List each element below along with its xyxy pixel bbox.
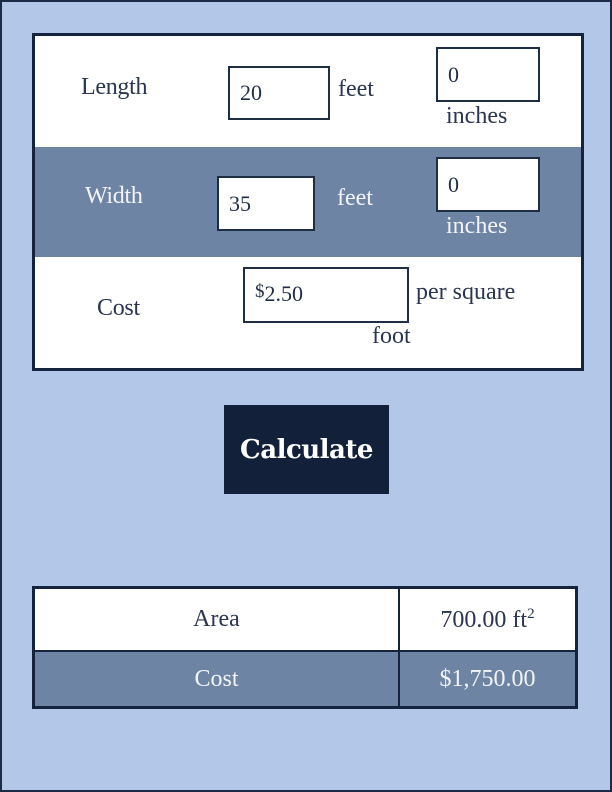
- table-row: Area 700.00 ft2: [32, 586, 578, 652]
- width-label: Width: [85, 183, 143, 209]
- area-label: Area: [32, 586, 400, 652]
- cost-row: Cost $2.50 per square foot: [35, 257, 581, 368]
- cost-result-label: Cost: [32, 650, 400, 709]
- table-row: Cost $1,750.00: [32, 650, 578, 709]
- cost-input[interactable]: $2.50: [243, 267, 409, 323]
- length-feet-input[interactable]: [228, 66, 330, 120]
- width-inches-input[interactable]: [436, 157, 540, 212]
- width-inches-unit: inches: [446, 213, 508, 239]
- cost-unit-line1: per square: [416, 279, 516, 305]
- calculate-button[interactable]: Calculate: [224, 405, 389, 494]
- length-inches-unit: inches: [446, 103, 508, 129]
- cost-result-value: $1,750.00: [398, 650, 578, 709]
- length-feet-unit: feet: [338, 76, 374, 102]
- width-row: Width feet inches: [35, 147, 581, 257]
- width-feet-input[interactable]: [217, 176, 315, 231]
- length-row: Length feet inches: [35, 36, 581, 146]
- area-value: 700.00 ft2: [398, 586, 578, 652]
- cost-input-value: 2.50: [264, 281, 304, 306]
- length-inches-input[interactable]: [436, 47, 540, 102]
- cost-unit-line2: foot: [372, 323, 411, 349]
- length-label: Length: [81, 74, 148, 100]
- area-unit-superscript: 2: [527, 605, 535, 622]
- results-table: Area 700.00 ft2 Cost $1,750.00: [32, 586, 578, 709]
- currency-symbol: $: [255, 281, 265, 302]
- width-feet-unit: feet: [337, 185, 373, 211]
- cost-label: Cost: [97, 295, 140, 321]
- input-panel: Length feet inches Width feet inches Cos…: [32, 33, 584, 371]
- calculator-window: Length feet inches Width feet inches Cos…: [0, 0, 612, 792]
